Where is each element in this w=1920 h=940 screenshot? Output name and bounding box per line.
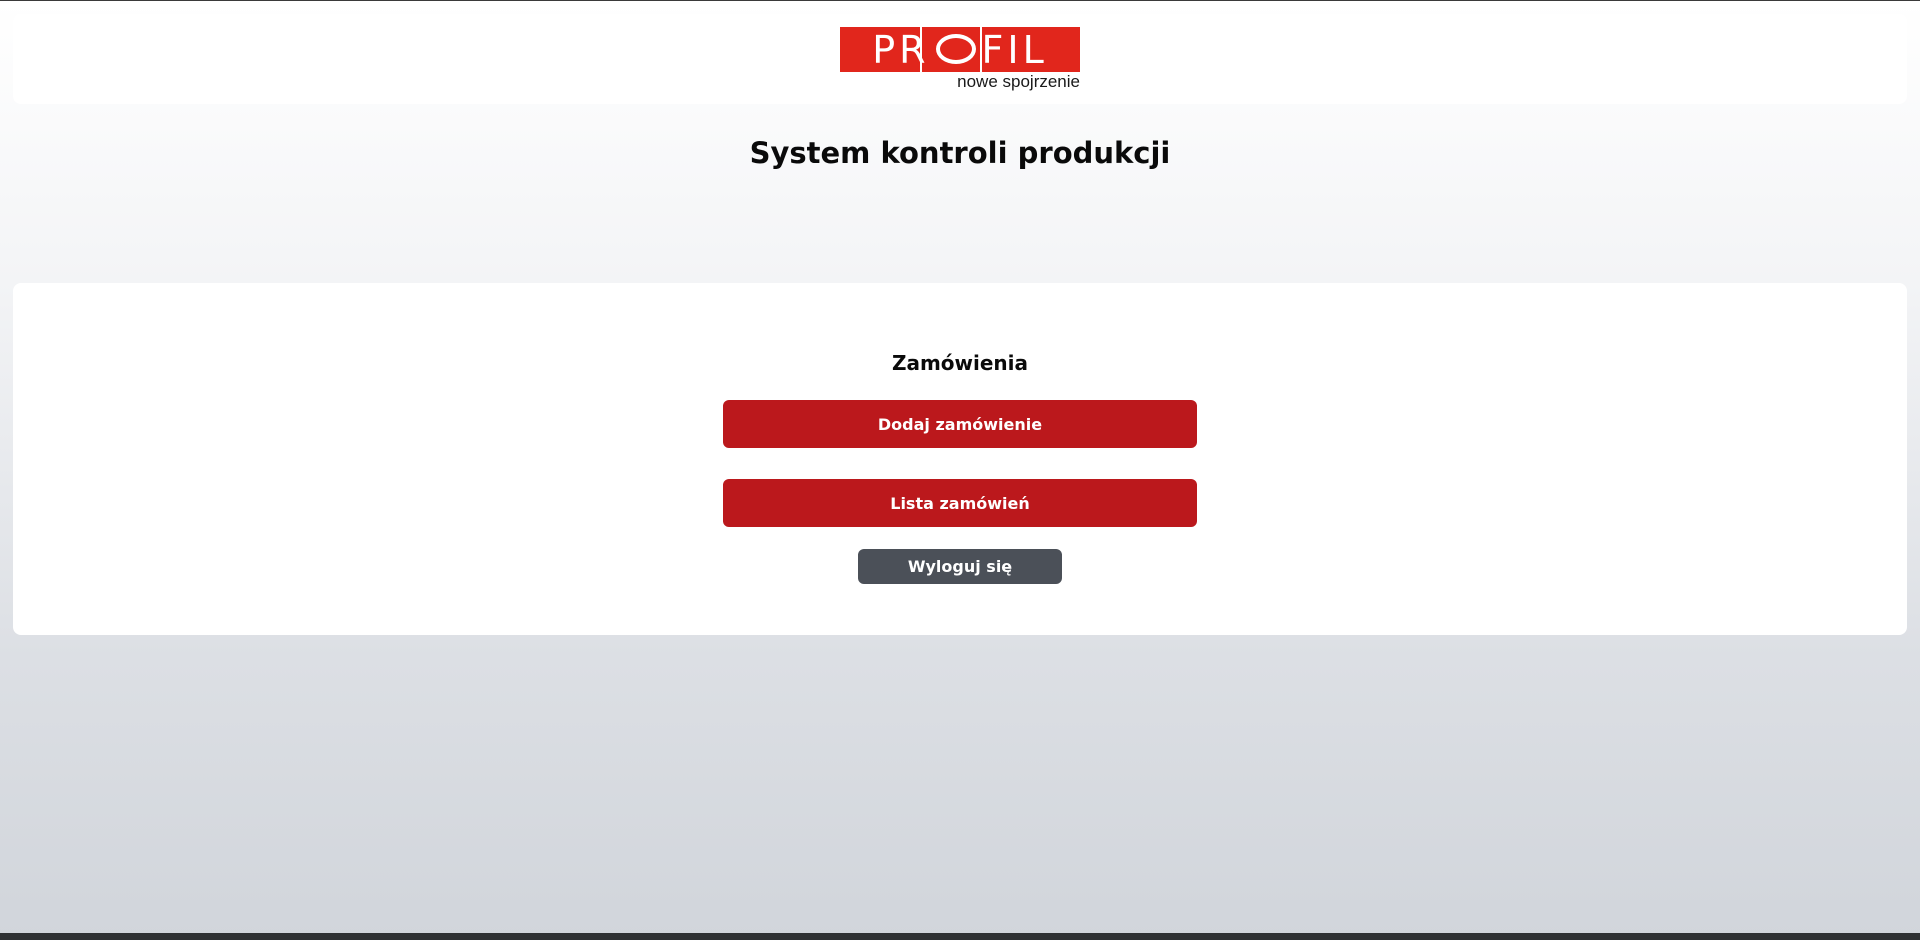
- window-top-border: [0, 0, 1920, 1]
- logo-text-left: PR: [872, 27, 930, 72]
- orders-section-title: Zamówienia: [891, 351, 1029, 375]
- order-list-button[interactable]: Lista zamówień: [723, 479, 1197, 527]
- logo-text-right: FIL: [981, 27, 1048, 72]
- bottom-bar: [0, 933, 1920, 940]
- page-title: System kontroli produkcji: [749, 136, 1171, 170]
- profil-logo: PR FIL nowe spojrzenie: [840, 27, 1080, 93]
- logout-button[interactable]: Wyloguj się: [858, 549, 1062, 584]
- logo-tagline: nowe spojrzenie: [957, 72, 1080, 91]
- logo-o-ring: [935, 33, 976, 64]
- add-order-button[interactable]: Dodaj zamówienie: [723, 400, 1197, 448]
- logo-wordmark: PR FIL: [840, 27, 1080, 72]
